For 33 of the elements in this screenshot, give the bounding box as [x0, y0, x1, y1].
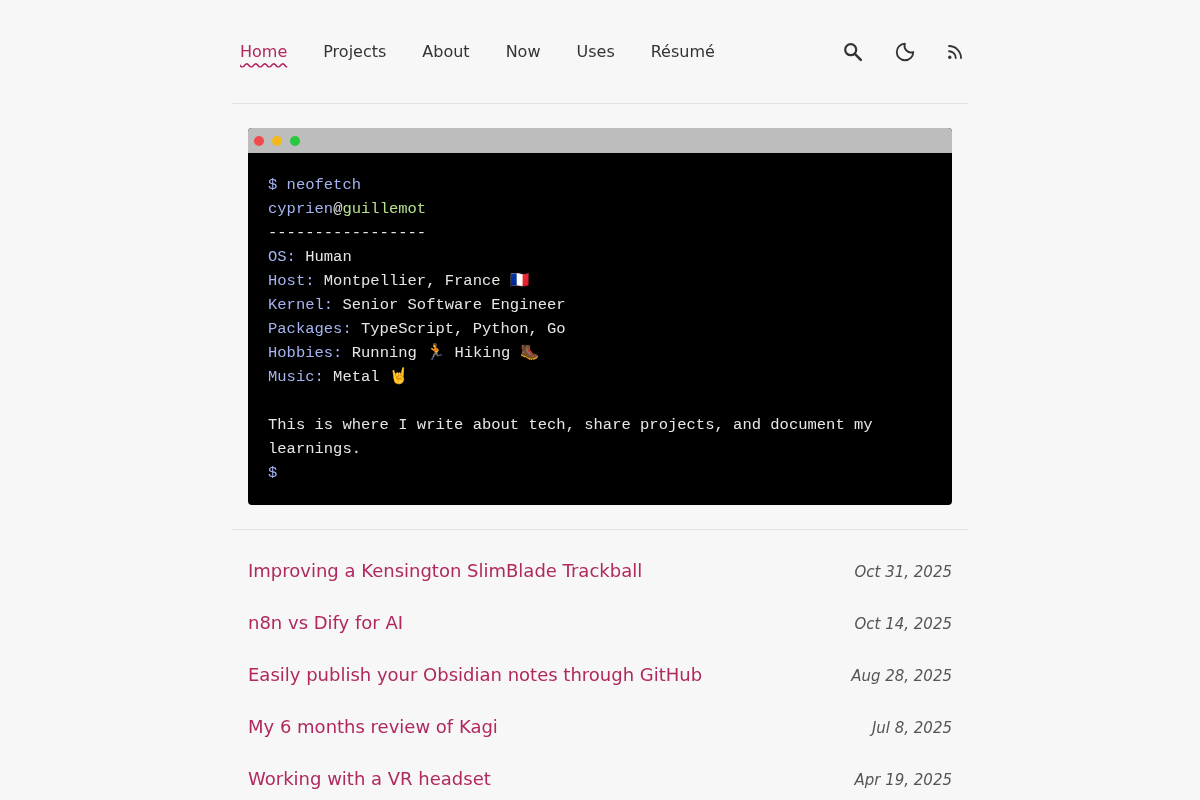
post-link[interactable]: n8n vs Dify for AI — [248, 612, 404, 633]
terminal-line: Music: Metal 🤘 — [268, 366, 409, 388]
post-link[interactable]: Working with a VR headset — [248, 768, 491, 789]
post-date: Apr 19, 2025 — [854, 771, 952, 789]
nav-link[interactable]: Uses — [576, 40, 615, 64]
terminal-line: $ — [268, 463, 279, 484]
post-date: Oct 31, 2025 — [854, 563, 952, 581]
search-icon[interactable] — [842, 41, 864, 63]
terminal-line: OS: Human — [268, 247, 353, 268]
post-link[interactable]: Easily publish your Obsidian notes through GitHub — [248, 664, 703, 685]
nav-link[interactable]: Projects — [323, 40, 387, 64]
post-link[interactable]: My 6 months review of Kagi — [248, 716, 498, 737]
maximize-dot — [290, 135, 300, 146]
nav-link[interactable]: Résumé — [650, 40, 715, 64]
rss-icon[interactable] — [946, 43, 964, 61]
terminal-line: This is where I write about tech, share projects, and document my learnings. — [268, 415, 874, 460]
terminal-line: $ neofetch — [268, 175, 362, 196]
nav-link[interactable]: About — [422, 40, 470, 64]
terminal-line: ----------------- — [268, 223, 428, 244]
terminal-line: cyprien@guillemot — [268, 199, 428, 220]
nav-link[interactable]: Now — [505, 40, 541, 64]
close-dot — [254, 135, 264, 146]
terminal-line: Host: Montpellier, France 🇫🇷 — [268, 271, 530, 292]
post-date: Aug 28, 2025 — [851, 667, 952, 685]
terminal-line: Kernel: Senior Software Engineer — [268, 295, 567, 316]
post-date: Jul 8, 2025 — [871, 719, 952, 737]
terminal-line: Packages: TypeScript, Python, Go — [268, 319, 567, 340]
minimize-dot — [272, 135, 282, 146]
terminal-line: Hobbies: Running 🏃 Hiking 🥾 — [268, 342, 540, 364]
post-link[interactable]: Improving a Kensington SlimBlade Trackball — [248, 560, 643, 581]
nav-link[interactable]: Home — [240, 40, 288, 64]
moon-icon[interactable] — [894, 41, 916, 63]
post-date: Oct 14, 2025 — [854, 615, 952, 633]
